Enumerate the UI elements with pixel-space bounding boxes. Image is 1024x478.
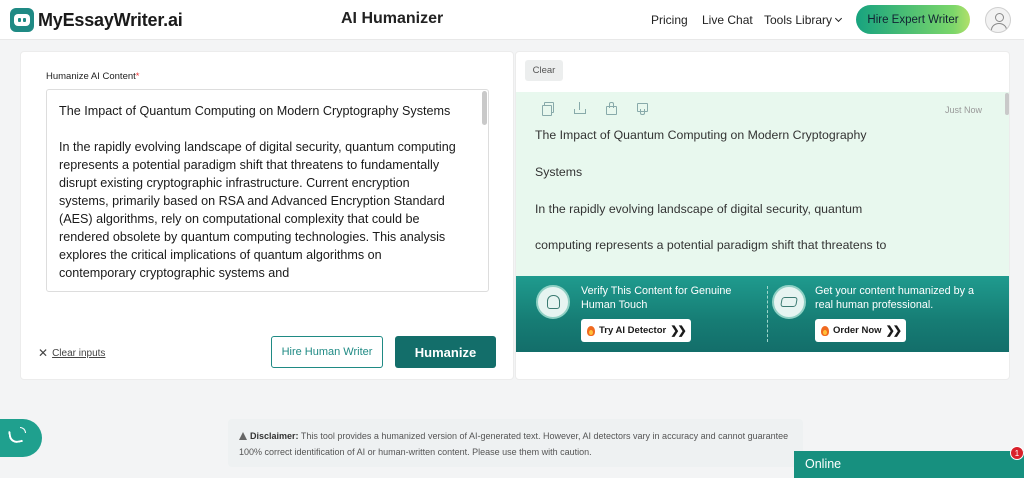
promo-divider: [767, 286, 768, 342]
notification-badge: 1: [1010, 446, 1024, 460]
disclaimer-title: Disclaimer:: [250, 431, 299, 441]
disclaimer-text: This tool provides a humanized version o…: [239, 431, 789, 457]
output-line: The Impact of Quantum Computing on Moder…: [535, 128, 867, 142]
try-ai-detector-button[interactable]: Try AI Detector ❯❯: [581, 319, 691, 342]
clear-inputs-link[interactable]: ✕ Clear inputs: [38, 346, 105, 360]
signal-icon: [20, 427, 26, 433]
humanize-button[interactable]: Humanize: [395, 336, 496, 368]
output-toolbar: [542, 102, 648, 116]
input-label-text: Humanize AI Content: [46, 71, 136, 82]
copy-icon[interactable]: [542, 102, 555, 116]
hire-human-writer-button[interactable]: Hire Human Writer: [271, 336, 383, 368]
output-timestamp: Just Now: [945, 105, 983, 115]
input-label: Humanize AI Content*: [46, 71, 139, 82]
online-chat-bar[interactable]: Online: [794, 451, 1024, 478]
fire-icon: [587, 325, 595, 336]
required-mark: *: [135, 71, 140, 82]
thumbs-down-icon[interactable]: [635, 102, 648, 115]
output-scrollbar[interactable]: [1005, 93, 1009, 115]
try-ai-detector-label: Try AI Detector: [599, 325, 667, 336]
order-now-button[interactable]: Order Now ❯❯: [815, 319, 906, 342]
output-line: Systems: [535, 165, 583, 179]
nav-live-chat[interactable]: Live Chat: [702, 13, 753, 27]
fire-icon: [821, 325, 829, 336]
clear-output-button[interactable]: Clear: [525, 60, 563, 81]
content-textarea[interactable]: The Impact of Quantum Computing on Moder…: [46, 89, 489, 292]
textarea-scrollbar[interactable]: [482, 91, 487, 125]
nav-tools-library[interactable]: Tools Library: [764, 13, 843, 27]
disclaimer-box: Disclaimer: This tool provides a humaniz…: [228, 419, 803, 467]
verify-content-text: Verify This Content for Genuine Human To…: [581, 285, 732, 311]
close-icon: ✕: [38, 346, 49, 360]
double-chevron-right-icon: ❯❯: [670, 325, 687, 337]
user-avatar-icon[interactable]: [985, 7, 1011, 33]
human-writer-text: Get your content humanized by a real hum…: [815, 285, 975, 311]
logo[interactable]: MyEssayWriter.ai: [10, 6, 183, 34]
hire-expert-writer-button[interactable]: Hire Expert Writer: [856, 5, 970, 34]
output-line: In the rapidly evolving landscape of dig…: [535, 202, 863, 216]
logo-text: MyEssayWriter.ai: [38, 9, 183, 30]
chevron-down-icon: [834, 14, 843, 23]
page-title: AI Humanizer: [341, 10, 444, 27]
warning-icon: [239, 432, 247, 440]
content-textarea-text: The Impact of Quantum Computing on Moder…: [59, 104, 456, 280]
top-header: MyEssayWriter.ai AI Humanizer Pricing Li…: [0, 0, 1024, 40]
phone-call-button[interactable]: [0, 419, 42, 457]
writing-hand-icon: [772, 285, 806, 319]
nav-pricing[interactable]: Pricing: [651, 13, 688, 27]
brain-check-icon: [536, 285, 570, 319]
nav-tools-library-label: Tools Library: [764, 13, 833, 27]
clear-inputs-label: Clear inputs: [52, 347, 106, 359]
thumbs-up-icon[interactable]: [604, 102, 617, 115]
robot-logo-icon: [10, 8, 34, 32]
double-chevron-right-icon: ❯❯: [885, 325, 903, 337]
output-line: computing represents a potential paradig…: [535, 238, 887, 252]
order-now-label: Order Now: [833, 325, 882, 336]
download-icon[interactable]: [573, 102, 586, 115]
